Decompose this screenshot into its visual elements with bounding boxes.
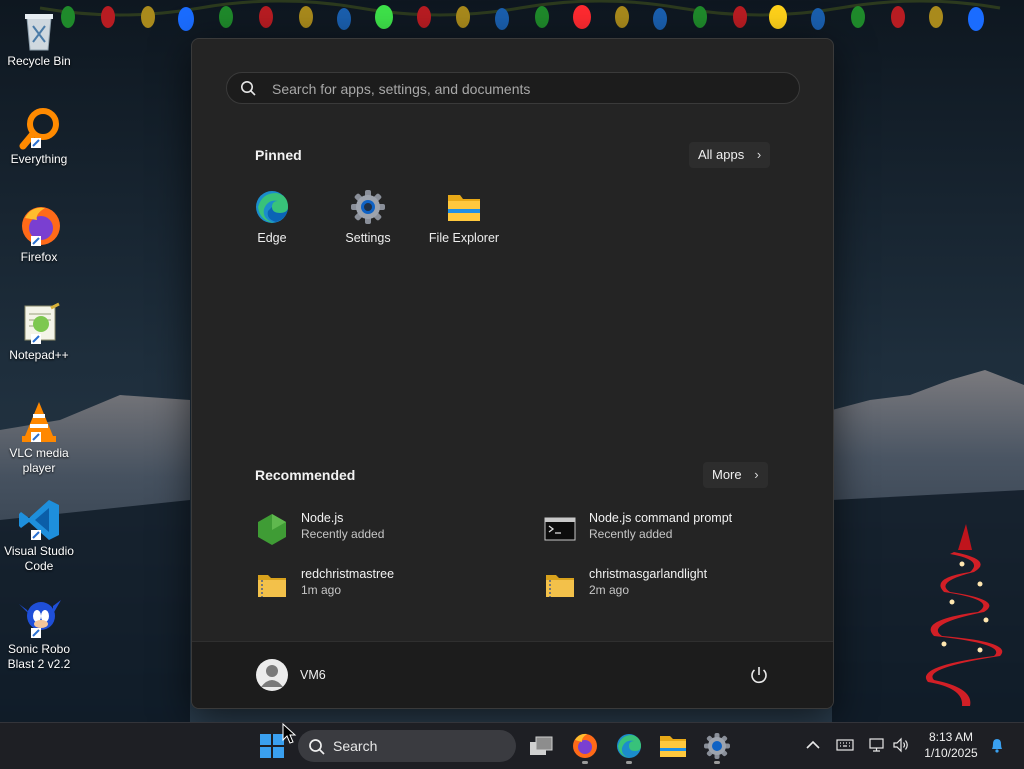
desktop-icon-label: Visual Studio Code [4, 544, 74, 573]
keyboard-icon[interactable] [836, 736, 854, 754]
task-view-icon [530, 736, 553, 755]
notification-bell-icon[interactable] [988, 736, 1006, 754]
running-indicator [626, 761, 632, 764]
recommended-item-nodejs-command-prompt[interactable]: Node.js command prompt Recently added [544, 509, 804, 549]
recommended-item-name: Node.js command prompt [589, 511, 733, 525]
recommended-item-detail: 2m ago [589, 583, 630, 597]
recycle-bin-icon [25, 14, 53, 51]
running-indicator [582, 761, 588, 764]
desktop-icon-label: Sonic Robo Blast 2 v2.2 [7, 642, 71, 671]
zip-folder-icon [546, 575, 574, 597]
chevron-right-icon: › [754, 467, 759, 482]
taskbar-search[interactable]: Search [298, 730, 516, 762]
chevron-right-icon: › [756, 147, 762, 162]
clock-time: 8:13 AM [928, 730, 974, 744]
recommended-item-name: Node.js [301, 511, 344, 525]
pinned-heading: Pinned [255, 147, 302, 163]
firefox-icon [573, 733, 597, 758]
more-label: More [712, 467, 742, 482]
power-icon[interactable] [748, 664, 770, 686]
start-menu-footer: VM6 [192, 641, 833, 708]
recommended-item-redchristmastree[interactable]: redchristmastree 1m ago [256, 565, 506, 605]
recommended-item-nodejs[interactable]: Node.js Recently added [256, 509, 506, 549]
red-christmas-tree [914, 520, 1020, 710]
pinned-app-file-explorer[interactable]: File Explorer [416, 189, 512, 245]
edge-icon [617, 734, 641, 758]
desktop-icon-everything[interactable]: Everything [0, 106, 78, 167]
christmas-tree-icon [925, 524, 1003, 706]
recommended-item-detail: Recently added [589, 527, 673, 541]
taskbar-firefox[interactable] [569, 730, 601, 762]
pinned-app-label: Settings [345, 231, 391, 245]
folder-icon [448, 195, 480, 221]
pinned-app-label: Edge [257, 231, 287, 245]
desktop-icon-label: Notepad++ [9, 348, 69, 362]
settings-gear-icon [351, 190, 385, 224]
everything-search-icon [19, 108, 59, 150]
vscode-icon [19, 500, 59, 540]
pinned-app-label: File Explorer [428, 231, 500, 245]
settings-gear-icon [704, 733, 730, 759]
taskbar: Search 8:13 AM 1/10/2025 [0, 722, 1024, 769]
clock-date: 1/10/2025 [924, 746, 978, 760]
edge-icon [256, 191, 288, 223]
running-indicator [714, 761, 720, 764]
desktop-icon-notepad-plus-plus[interactable]: Notepad++ [0, 302, 78, 363]
recommended-item-detail: Recently added [301, 527, 385, 541]
start-search-input[interactable] [270, 77, 774, 101]
user-name[interactable]: VM6 [300, 668, 326, 682]
desktop-icon-recycle-bin[interactable]: Recycle Bin [0, 8, 78, 69]
nodejs-icon [258, 514, 286, 545]
chevron-up-icon[interactable] [804, 736, 822, 754]
user-avatar[interactable] [256, 659, 288, 691]
desktop-icon-firefox[interactable]: Firefox [0, 204, 78, 265]
command-prompt-icon [544, 517, 576, 541]
search-icon [241, 81, 256, 96]
light-bulbs-icon [61, 5, 984, 31]
desktop-icon-label: Firefox [20, 250, 58, 264]
recommended-item-christmasgarlandlight[interactable]: christmasgarlandlight 2m ago [544, 565, 804, 605]
user-icon [261, 665, 283, 687]
notepad-plus-plus-icon [24, 302, 60, 344]
desktop-icon-label: Everything [10, 152, 68, 166]
pinned-app-edge[interactable]: Edge [224, 189, 320, 245]
task-view-button[interactable] [525, 730, 557, 762]
recommended-item-detail: 1m ago [301, 583, 342, 597]
sonic-icon [19, 600, 61, 638]
christmas-lights-garland [0, 0, 1024, 40]
desktop-icon-vlc[interactable]: VLC media player [0, 400, 78, 476]
all-apps-button[interactable]: All apps › [689, 142, 771, 168]
firefox-icon [22, 207, 60, 246]
recommended-item-name: redchristmastree [301, 567, 395, 581]
volume-icon[interactable] [892, 736, 910, 754]
taskbar-search-label: Search [333, 738, 378, 754]
recommended-heading: Recommended [255, 467, 356, 483]
system-clock[interactable]: 8:13 AM 1/10/2025 [918, 729, 984, 761]
desktop-icon-sonic[interactable]: Sonic Robo Blast 2 v2.2 [0, 596, 78, 672]
desktop-icon-vscode[interactable]: Visual Studio Code [0, 498, 78, 574]
start-search-box[interactable] [226, 72, 800, 104]
more-button[interactable]: More › [703, 462, 768, 488]
file-explorer-icon [660, 736, 686, 757]
desktop-icon-label: Recycle Bin [7, 54, 71, 68]
mouse-cursor-icon [282, 723, 297, 744]
pinned-app-settings[interactable]: Settings [320, 189, 416, 245]
vlc-cone-icon [22, 402, 56, 442]
search-icon [309, 739, 325, 755]
recommended-item-name: christmasgarlandlight [589, 567, 708, 581]
zip-folder-icon [258, 575, 286, 597]
desktop-icon-label: VLC media player [9, 446, 69, 475]
taskbar-edge[interactable] [613, 730, 645, 762]
taskbar-file-explorer[interactable] [657, 730, 689, 762]
start-menu: Pinned All apps › Edge Settings [191, 38, 834, 709]
network-icon[interactable] [868, 736, 886, 754]
all-apps-label: All apps [698, 147, 745, 162]
taskbar-settings[interactable] [701, 730, 733, 762]
